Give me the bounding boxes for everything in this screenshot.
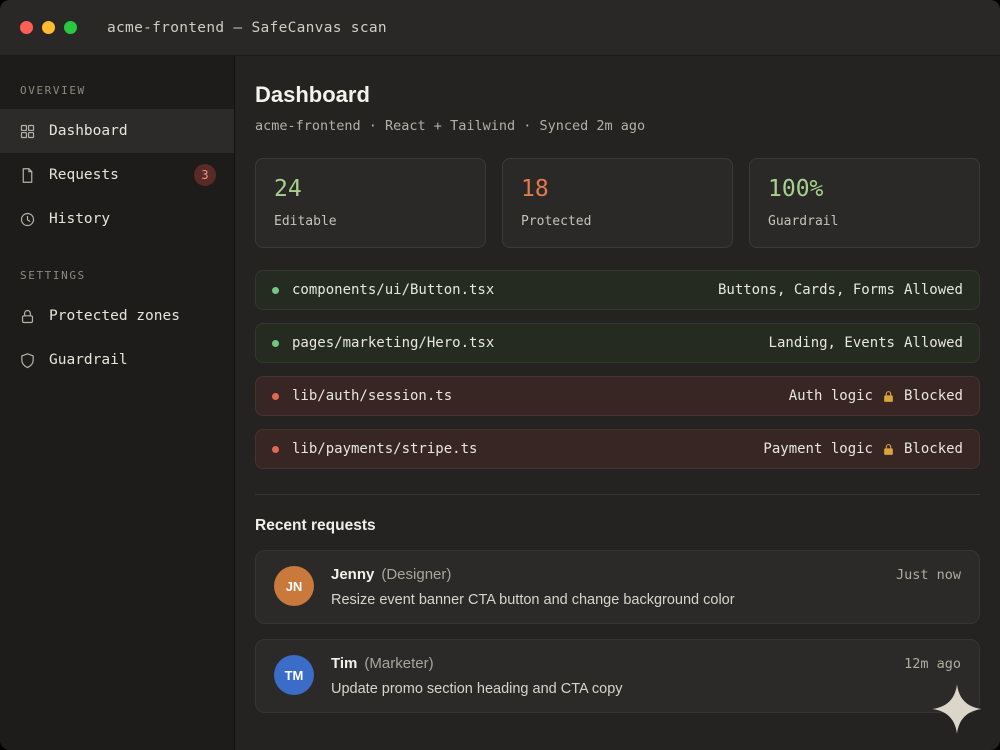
zone-row[interactable]: components/ui/Button.tsx Buttons, Cards,… [255,270,980,310]
stat-label: Editable [274,214,337,229]
sidebar-item-label: Dashboard [49,123,128,139]
stats-row: 24 Editable 18 Protected 100% Guardrail [255,158,980,248]
stat-card-guardrail: 100% Guardrail [749,158,980,248]
sparkle-icon [930,682,984,736]
sidebar: OVERVIEW Dashboard Requests 3 History SE… [0,56,235,750]
sidebar-item-label: Requests [49,167,119,183]
section-divider [255,494,980,495]
sidebar-section-overview: OVERVIEW [20,84,86,97]
sidebar-item-dashboard[interactable]: Dashboard [0,109,234,153]
status-dot [272,286,279,294]
sidebar-item-history[interactable]: History [0,197,234,241]
zone-status: Allowed [903,282,963,298]
zone-meta: Landing, Events Allowed [769,335,963,351]
stat-value: 100% [768,176,824,202]
request-message: Update promo section heading and CTA cop… [331,681,623,697]
zone-path: lib/payments/stripe.ts [292,441,478,457]
zone-detail: Payment logic [763,441,873,457]
zone-status: Blocked [903,388,963,404]
document-icon [18,166,36,184]
sidebar-item-protected-zones[interactable]: Protected zones [0,294,234,338]
requester-name: Tim [331,655,358,672]
request-header: Jenny (Designer) Just now [331,566,961,583]
zone-list: components/ui/Button.tsx Buttons, Cards,… [255,270,980,469]
sidebar-item-label: Guardrail [49,352,128,368]
request-timestamp: 12m ago [904,656,961,672]
main-content: Dashboard acme-frontend · React + Tailwi… [235,56,1000,750]
zone-row[interactable]: lib/auth/session.ts Auth logic Blocked [255,376,980,416]
clock-icon [18,210,36,228]
zone-meta: Buttons, Cards, Forms Allowed [718,282,963,298]
lock-icon [18,307,36,325]
zone-path: components/ui/Button.tsx [292,282,495,298]
zone-status: Blocked [903,441,963,457]
status-dot [272,339,279,347]
requester-role: (Marketer) [364,655,434,672]
zone-detail: Auth logic [788,388,873,404]
sidebar-item-guardrail[interactable]: Guardrail [0,338,234,382]
status-dot [272,392,279,400]
stat-value: 18 [521,176,549,202]
zone-detail: Landing, Events [768,335,895,351]
sidebar-section-settings: SETTINGS [20,269,86,282]
requests-badge: 3 [194,164,216,186]
request-content: Jenny (Designer) Just now Resize event b… [331,566,961,608]
sidebar-item-requests[interactable]: Requests 3 [0,153,234,197]
requester-name: Jenny [331,566,375,583]
zone-meta: Payment logic Blocked [763,441,963,457]
stat-label: Guardrail [768,214,839,229]
zone-path: lib/auth/session.ts [292,388,453,404]
app-body: OVERVIEW Dashboard Requests 3 History SE… [0,56,1000,750]
zone-status: Allowed [903,335,963,351]
stat-card-protected: 18 Protected [502,158,733,248]
zone-path: pages/marketing/Hero.tsx [292,335,495,351]
recent-requests-heading: Recent requests [255,517,376,534]
page-title: Dashboard [255,82,370,107]
requester-role: (Designer) [381,566,452,583]
request-content: Tim (Marketer) 12m ago Update promo sect… [331,655,961,697]
lock-icon [882,390,895,403]
zone-meta: Auth logic Blocked [789,388,963,404]
avatar: JN [274,566,314,606]
zone-detail: Buttons, Cards, Forms [717,282,895,298]
app-window: acme-frontend — SafeCanvas scan OVERVIEW… [0,0,1000,750]
status-dot [272,445,279,453]
request-header: Tim (Marketer) 12m ago [331,655,961,672]
traffic-lights [20,21,77,34]
request-card[interactable]: TM Tim (Marketer) 12m ago Update promo s… [255,639,980,713]
stat-card-editable: 24 Editable [255,158,486,248]
page-subtitle: acme-frontend · React + Tailwind · Synce… [255,118,646,134]
sidebar-item-label: History [49,211,111,227]
titlebar: acme-frontend — SafeCanvas scan [0,0,1000,56]
grid-icon [18,122,36,140]
lock-icon [882,443,895,456]
zone-row[interactable]: pages/marketing/Hero.tsx Landing, Events… [255,323,980,363]
minimize-window-button[interactable] [42,21,55,34]
stat-label: Protected [521,214,592,229]
avatar: TM [274,655,314,695]
request-message: Resize event banner CTA button and chang… [331,592,735,608]
shield-icon [18,351,36,369]
request-timestamp: Just now [895,567,961,583]
zoom-window-button[interactable] [64,21,77,34]
close-window-button[interactable] [20,21,33,34]
zone-row[interactable]: lib/payments/stripe.ts Payment logic Blo… [255,429,980,469]
request-card[interactable]: JN Jenny (Designer) Just now Resize even… [255,550,980,624]
sidebar-item-label: Protected zones [49,308,180,324]
window-title: acme-frontend — SafeCanvas scan [107,19,387,36]
stat-value: 24 [274,176,302,202]
